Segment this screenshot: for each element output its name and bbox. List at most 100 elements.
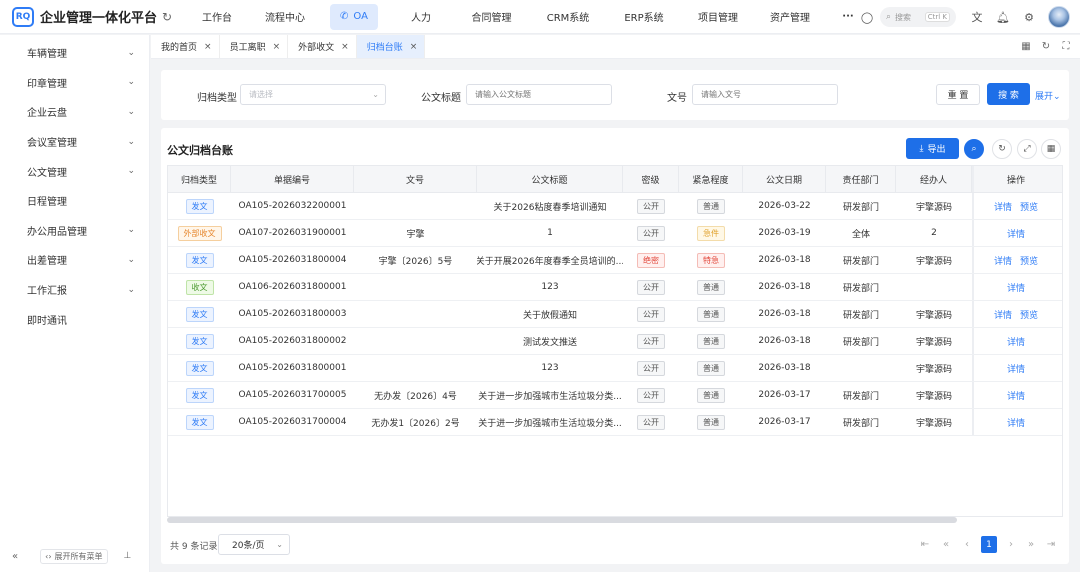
- detail-link[interactable]: 详情: [1007, 416, 1025, 429]
- urgency-tag: 普通: [697, 387, 725, 403]
- tab-employee-resignation[interactable]: 员工离职 ×: [220, 35, 289, 58]
- avatar[interactable]: [1048, 6, 1070, 28]
- bell-icon[interactable]: 🔔︎: [993, 11, 1013, 24]
- column-settings-icon[interactable]: ▦: [1041, 139, 1061, 159]
- sidebar-item-label: 即时通讯: [27, 315, 67, 327]
- column-header: 紧急程度: [679, 166, 743, 192]
- cell-actions: 详情: [972, 409, 1058, 435]
- sidebar-item-work-report[interactable]: 工作汇报 ⌄: [0, 275, 149, 305]
- chevron-down-icon: ⌄: [127, 225, 135, 236]
- translate-icon[interactable]: 文: [967, 9, 987, 25]
- fullscreen-icon[interactable]: ⛶: [1056, 41, 1076, 52]
- nav-item-workbench[interactable]: 工作台: [184, 4, 250, 30]
- sidebar-item-schedule[interactable]: 日程管理: [0, 186, 149, 216]
- tab-external-incoming[interactable]: 外部收文 ×: [288, 35, 357, 58]
- sidebar-item-meeting-room[interactable]: 会议室管理 ⌄: [0, 127, 149, 157]
- sidebar-item-cloud-disk[interactable]: 企业云盘 ⌄: [0, 97, 149, 127]
- nav-item-oa[interactable]: ✆ OA: [330, 3, 378, 30]
- tab-archive-ledger[interactable]: 归档台账 ×: [356, 35, 426, 58]
- total-records: 共 9 条记录: [170, 542, 218, 552]
- export-button[interactable]: ⤓ 导出: [906, 138, 959, 159]
- prev-group-icon[interactable]: «: [938, 536, 954, 553]
- close-icon[interactable]: ×: [273, 42, 281, 52]
- preview-link[interactable]: 预览: [1020, 254, 1038, 267]
- search-box[interactable]: ⌕ 搜索 Ctrl K: [880, 7, 956, 27]
- detail-link[interactable]: 详情: [994, 200, 1012, 213]
- pin-icon[interactable]: ⊥: [124, 551, 132, 561]
- nav-item-hr[interactable]: 人力: [388, 4, 454, 30]
- density-icon[interactable]: ⤢: [1017, 139, 1037, 159]
- refresh-icon[interactable]: ↻: [162, 10, 176, 24]
- chevron-down-icon: ⌄: [127, 166, 135, 177]
- nav-item-process-center[interactable]: 流程中心: [250, 4, 320, 30]
- nav-item-project[interactable]: 项目管理: [681, 4, 755, 30]
- message-icon[interactable]: ◯: [857, 11, 877, 24]
- refresh-table-icon[interactable]: ↻: [992, 139, 1012, 159]
- search-toggle-icon[interactable]: ⌕: [964, 139, 984, 159]
- preview-link[interactable]: 预览: [1020, 200, 1038, 213]
- preview-link[interactable]: 预览: [1020, 308, 1038, 321]
- horizontal-scrollbar[interactable]: [167, 517, 957, 523]
- tab-tools: ▦ ↻ ⛶: [1016, 35, 1080, 58]
- archive-type-select[interactable]: 请选择 ⌄: [240, 84, 386, 105]
- settings-icon[interactable]: ⚙: [1019, 11, 1039, 24]
- sidebar-item-im[interactable]: 即时通讯: [0, 304, 149, 334]
- page-size-select[interactable]: 20条/页 ⌄: [218, 534, 290, 555]
- expand-all-menu-button[interactable]: ‹› 展开所有菜单: [40, 548, 108, 564]
- chevron-down-icon: ⌄: [127, 77, 135, 88]
- cell-no: OA105-2026031700005: [238, 390, 347, 400]
- next-group-icon[interactable]: »: [1023, 536, 1039, 553]
- sidebar-item-seal[interactable]: 印章管理 ⌄: [0, 68, 149, 98]
- detail-link[interactable]: 详情: [1007, 227, 1025, 240]
- detail-link[interactable]: 详情: [1007, 335, 1025, 348]
- nav-item-contract[interactable]: 合同管理: [454, 4, 529, 30]
- collapse-sidebar-icon[interactable]: «: [12, 551, 18, 562]
- first-page-icon[interactable]: ⇤: [917, 536, 933, 553]
- cell-date: 2026-03-18: [758, 363, 811, 373]
- archive-type-tag: 发文: [185, 306, 214, 322]
- reset-button[interactable]: 重 置: [936, 84, 980, 105]
- ledger-panel: 公文归档台账 ⤓ 导出 ⌕ ↻ ⤢ ▦ 归档类型 单据编号 文号 公文标题 密级…: [161, 128, 1069, 564]
- ledger-table: 归档类型 单据编号 文号 公文标题 密级 紧急程度 公文日期 责任部门 经办人 …: [167, 165, 1063, 517]
- nav-item-assets[interactable]: 资产管理: [755, 4, 825, 30]
- close-icon[interactable]: ×: [341, 42, 349, 52]
- next-page-icon[interactable]: ›: [1003, 536, 1019, 553]
- archive-type-tag: 收文: [185, 279, 214, 295]
- cell-handler: 宇擎源码: [915, 337, 952, 348]
- tab-home[interactable]: 我的首页 ×: [151, 35, 220, 58]
- chevron-down-icon: ⌄: [372, 90, 379, 99]
- app-logo[interactable]: RQ 企业管理一体化平台: [0, 6, 160, 27]
- cell-no: OA105-2026032200001: [238, 201, 347, 211]
- tab-label: 员工离职: [229, 43, 266, 53]
- detail-link[interactable]: 详情: [1007, 389, 1025, 402]
- doc-title-input[interactable]: [466, 84, 612, 105]
- last-page-icon[interactable]: ⇥: [1043, 536, 1059, 553]
- cell-docno: 无办发1〔2026〕2号: [371, 418, 460, 429]
- sidebar-item-label: 车辆管理: [27, 49, 67, 61]
- sidebar-item-vehicle[interactable]: 车辆管理 ⌄: [0, 38, 149, 68]
- detail-link[interactable]: 详情: [1007, 362, 1025, 375]
- nav-item-erp[interactable]: ERP系统: [607, 4, 681, 30]
- close-icon[interactable]: ×: [410, 42, 418, 52]
- cell-docno: [354, 301, 477, 327]
- doc-number-input[interactable]: [692, 84, 838, 105]
- cell-no: OA105-2026031800004: [238, 255, 347, 265]
- cell-actions: 详情 预览: [972, 247, 1058, 273]
- detail-link[interactable]: 详情: [994, 308, 1012, 321]
- sidebar-item-office-supplies[interactable]: 办公用品管理 ⌄: [0, 216, 149, 246]
- prev-page-icon[interactable]: ‹: [959, 536, 975, 553]
- secret-level-tag: 公开: [637, 333, 665, 349]
- reload-icon[interactable]: ↻: [1036, 41, 1056, 52]
- sidebar-item-document[interactable]: 公文管理 ⌄: [0, 156, 149, 186]
- search-button[interactable]: 搜 索: [987, 83, 1030, 105]
- cell-type: 发文: [168, 328, 231, 354]
- page-number-current[interactable]: 1: [981, 536, 997, 553]
- cell-handler: 宇擎源码: [915, 256, 952, 267]
- detail-link[interactable]: 详情: [1007, 281, 1025, 294]
- nav-item-crm[interactable]: CRM系统: [529, 4, 607, 30]
- detail-link[interactable]: 详情: [994, 254, 1012, 267]
- sidebar-item-business-trip[interactable]: 出差管理 ⌄: [0, 245, 149, 275]
- close-icon[interactable]: ×: [204, 42, 212, 52]
- expand-filter-link[interactable]: 展开⌄: [1035, 89, 1061, 102]
- grid-icon[interactable]: ▦: [1016, 41, 1036, 52]
